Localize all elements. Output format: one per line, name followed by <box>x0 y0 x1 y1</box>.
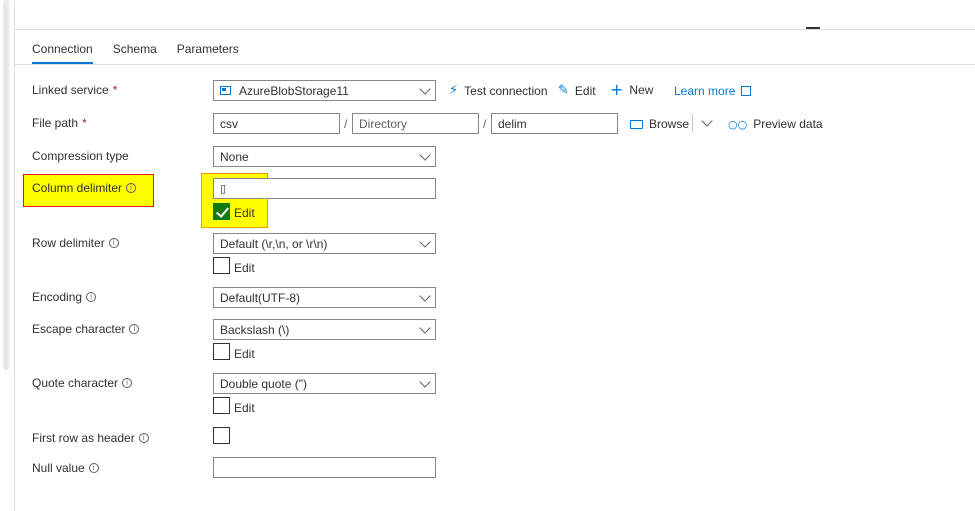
left-scrollbar[interactable] <box>3 0 9 370</box>
chevron-down-icon <box>419 375 431 388</box>
tabs-divider <box>15 64 975 65</box>
info-icon[interactable]: i <box>122 378 133 388</box>
chevron-down-icon <box>419 235 431 248</box>
compression-type-label: Compression type <box>32 149 129 163</box>
null-value-label: Null value i <box>32 461 99 475</box>
plus-icon: + <box>610 80 624 99</box>
tab-parameters[interactable]: Parameters <box>177 42 239 64</box>
info-icon[interactable]: i <box>129 324 140 334</box>
encoding-label: Encoding i <box>32 290 97 304</box>
file-path-container-input[interactable]: csv <box>213 113 340 134</box>
chevron-down-icon <box>419 82 431 95</box>
column-delimiter-edit-label: Edit <box>234 206 255 220</box>
escape-character-edit-checkbox[interactable] <box>213 343 230 360</box>
compression-type-select[interactable]: None <box>213 146 436 167</box>
preview-data-button[interactable]: ○○ Preview data <box>728 117 823 131</box>
row-delimiter-edit-label: Edit <box>234 261 255 275</box>
encoding-select[interactable]: Default(UTF-8) <box>213 287 436 308</box>
test-connection-button[interactable]: ⚡ Test connection <box>449 83 548 98</box>
column-delimiter-label: Column delimiter i <box>32 181 137 195</box>
linked-service-select[interactable]: AzureBlobStorage11 <box>213 80 436 101</box>
first-row-header-checkbox[interactable] <box>213 427 230 444</box>
tab-connection[interactable]: Connection <box>32 42 93 64</box>
column-delimiter-input[interactable]: ▯ <box>213 178 436 199</box>
quote-character-label: Quote character i <box>32 376 133 390</box>
escape-character-edit-label: Edit <box>234 347 255 361</box>
escape-character-label: Escape character i <box>32 322 140 336</box>
path-separator: / <box>483 117 487 131</box>
linked-service-value: AzureBlobStorage11 <box>239 83 349 98</box>
column-delimiter-edit-checkbox[interactable] <box>213 203 230 220</box>
info-icon[interactable]: i <box>88 463 99 473</box>
quote-character-edit-checkbox[interactable] <box>213 397 230 414</box>
path-separator: / <box>344 117 348 131</box>
glasses-icon: ○○ <box>728 117 748 131</box>
plug-icon: ⚡ <box>449 83 459 98</box>
quote-character-select[interactable]: Double quote (") <box>213 373 436 394</box>
learn-more-link[interactable]: Learn more <box>674 84 752 98</box>
info-icon[interactable]: i <box>108 238 119 248</box>
chevron-down-icon <box>419 148 431 161</box>
row-delimiter-select[interactable]: Default (\r,\n, or \r\n) <box>213 233 436 254</box>
toolbar-divider <box>692 114 693 132</box>
pencil-icon: ✎ <box>558 83 569 98</box>
new-linked-service-button[interactable]: + New <box>610 80 653 99</box>
external-link-icon <box>741 86 752 96</box>
row-delimiter-edit-checkbox[interactable] <box>213 257 230 274</box>
chevron-down-icon <box>419 321 431 334</box>
info-icon[interactable]: i <box>126 183 137 193</box>
folder-icon <box>630 119 643 129</box>
escape-character-select[interactable]: Backslash (\) <box>213 319 436 340</box>
chevron-down-icon <box>419 289 431 302</box>
top-toolbar-strip <box>14 0 975 30</box>
browse-chevron-down-icon[interactable] <box>701 115 713 127</box>
quote-character-edit-label: Edit <box>234 401 255 415</box>
info-icon[interactable]: i <box>86 292 97 302</box>
linked-service-label: Linked service * <box>32 83 118 97</box>
blob-storage-icon <box>220 86 231 95</box>
null-value-input[interactable] <box>213 457 436 478</box>
first-row-header-label: First row as header i <box>32 431 149 445</box>
file-path-label: File path * <box>32 116 87 130</box>
left-panel-border <box>14 0 15 511</box>
info-icon[interactable]: i <box>138 433 149 443</box>
tab-bar: Connection Schema Parameters <box>32 42 239 64</box>
browse-button[interactable]: Browse <box>630 117 689 131</box>
file-path-directory-input[interactable]: Directory <box>352 113 479 134</box>
tab-schema[interactable]: Schema <box>113 42 157 64</box>
edit-linked-service-button[interactable]: ✎ Edit <box>558 83 596 98</box>
minimize-dash[interactable] <box>806 27 820 29</box>
row-delimiter-label: Row delimiter i <box>32 236 119 250</box>
file-path-file-input[interactable]: delim <box>491 113 618 134</box>
